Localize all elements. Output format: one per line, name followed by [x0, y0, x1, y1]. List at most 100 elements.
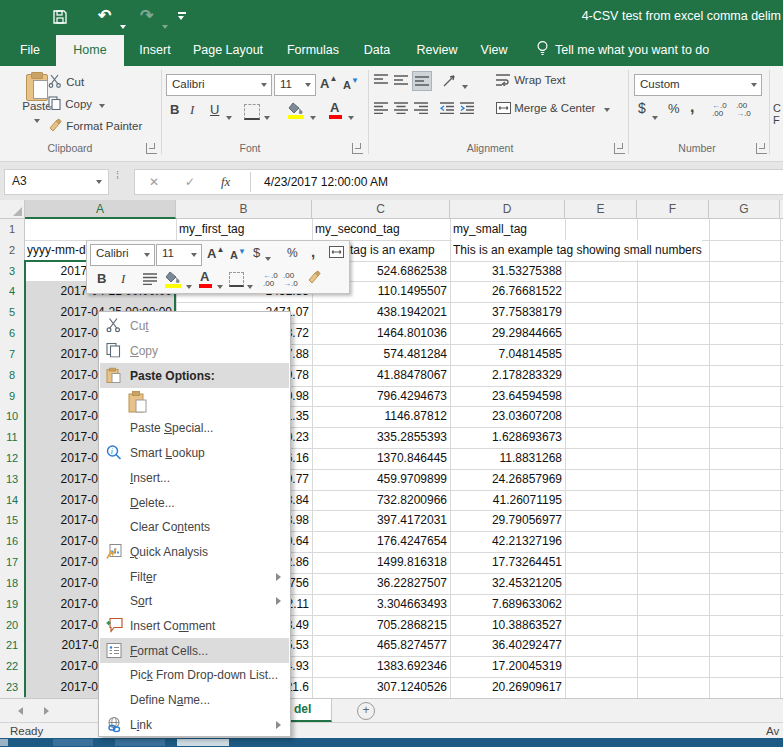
cell-c22[interactable]: 1383.692346	[314, 656, 447, 677]
cell-d6[interactable]: 29.29844665	[452, 323, 562, 344]
cell-d18[interactable]: 32.45321205	[452, 573, 562, 594]
menu-item-insert-comment[interactable]: Insert Comment	[100, 614, 289, 639]
cell-d16[interactable]: 42.21327196	[452, 531, 562, 552]
cancel-icon[interactable]: ✕	[149, 175, 159, 189]
cell-c2-fragment[interactable]: tag is an examp	[350, 240, 449, 260]
tab-data[interactable]: Data	[356, 35, 398, 66]
cut-button[interactable]: Cut	[48, 74, 84, 94]
mini-percent-button[interactable]: %	[287, 246, 298, 260]
save-icon[interactable]	[52, 9, 68, 29]
select-all-corner[interactable]	[0, 200, 25, 219]
mini-fill-color-button[interactable]	[165, 271, 182, 285]
cell-c23[interactable]: 307.1240526	[314, 677, 447, 698]
row-header-3[interactable]: 3	[0, 261, 25, 282]
fill-color-dropdown-icon[interactable]	[310, 110, 316, 122]
comma-style-button[interactable]: ,	[690, 98, 694, 116]
merge-center-button[interactable]: Merge & Center	[496, 102, 610, 114]
mini-borders-dropdown-icon[interactable]	[247, 279, 253, 291]
cell-c1[interactable]: my_second_tag	[315, 219, 400, 239]
tab-insert[interactable]: Insert	[132, 35, 178, 66]
cell-d2[interactable]: This is an example tag showing small num…	[452, 240, 702, 260]
font-color-button[interactable]: A	[330, 100, 339, 115]
cell-d5[interactable]: 37.75838179	[452, 302, 562, 323]
row-header-15[interactable]: 15	[0, 510, 25, 531]
row-header-6[interactable]: 6	[0, 323, 25, 344]
row-header-12[interactable]: 12	[0, 448, 25, 469]
cell-c13[interactable]: 459.9709899	[314, 469, 447, 490]
column-header-g[interactable]: G	[709, 200, 780, 219]
tab-file[interactable]: File	[12, 35, 48, 66]
mini-increase-font-button[interactable]: A▲	[207, 245, 224, 261]
column-header-b[interactable]: B	[176, 200, 312, 219]
bold-button[interactable]: B	[170, 102, 179, 117]
mini-italic-button[interactable]: I	[121, 271, 125, 287]
cell-c7[interactable]: 574.481284	[314, 344, 447, 365]
mini-font-color-button[interactable]: A	[200, 269, 209, 284]
redo-dropdown-icon[interactable]	[162, 15, 168, 33]
menu-item-paste-options[interactable]: Paste Options:	[100, 363, 289, 388]
cell-c17[interactable]: 1499.816318	[314, 552, 447, 573]
cell-d20[interactable]: 10.38863527	[452, 615, 562, 636]
mini-decrease-font-button[interactable]: A▼	[230, 247, 246, 261]
menu-item-pick-from-drop-down-list[interactable]: Pick From Drop-down List...	[100, 663, 289, 688]
cell-d17[interactable]: 17.73264451	[452, 552, 562, 573]
menu-item-smart-lookup[interactable]: iSmart Lookup	[100, 441, 289, 466]
alignment-dialog-launcher[interactable]	[614, 143, 625, 154]
cell-d1[interactable]: my_small_tag	[453, 219, 527, 239]
mini-font-size-combo[interactable]: 11	[156, 244, 202, 266]
row-header-7[interactable]: 7	[0, 344, 25, 365]
prev-sheet-icon[interactable]	[18, 707, 23, 715]
cell-c6[interactable]: 1464.801036	[314, 323, 447, 344]
row-header-4[interactable]: 4	[0, 281, 25, 302]
borders-dropdown-icon[interactable]	[264, 110, 270, 122]
row-header-2[interactable]: 2	[0, 240, 25, 261]
new-sheet-button[interactable]: +	[357, 702, 375, 720]
row-header-19[interactable]: 19	[0, 594, 25, 615]
mini-accounting-dropdown-icon[interactable]	[265, 251, 271, 263]
row-header-21[interactable]: 21	[0, 635, 25, 656]
mini-bold-button[interactable]: B	[97, 271, 106, 286]
name-box[interactable]: A3	[4, 169, 109, 195]
cell-c18[interactable]: 36.22827507	[314, 573, 447, 594]
top-align-button[interactable]	[374, 74, 388, 88]
number-format-combo[interactable]: Custom	[634, 74, 762, 96]
cell-d7[interactable]: 7.04814585	[452, 344, 562, 365]
formula-field[interactable]: ✕ ✓ fx 4/23/2017 12:00:00 AM	[134, 169, 783, 195]
cell-d9[interactable]: 23.64594598	[452, 386, 562, 407]
cell-c20[interactable]: 705.2868215	[314, 615, 447, 636]
row-header-10[interactable]: 10	[0, 406, 25, 427]
italic-button[interactable]: I	[190, 102, 194, 118]
column-header-d[interactable]: D	[450, 200, 565, 219]
cell-d4[interactable]: 26.76681522	[452, 281, 562, 302]
cell-d13[interactable]: 24.26857969	[452, 469, 562, 490]
enter-icon[interactable]: ✓	[185, 175, 195, 189]
cell-c12[interactable]: 1370.846445	[314, 448, 447, 469]
middle-align-button[interactable]	[394, 74, 408, 88]
format-painter-button[interactable]: Format Painter	[48, 118, 142, 138]
active-sheet-tab[interactable]: del	[291, 699, 332, 722]
wrap-text-button[interactable]: Wrap Text	[496, 74, 566, 86]
cell-d12[interactable]: 11.8831268	[452, 448, 562, 469]
cell-d10[interactable]: 23.03607208	[452, 406, 562, 427]
decrease-font-size-button[interactable]: A▼	[343, 76, 359, 91]
mini-font-name-combo[interactable]: Calibri	[90, 244, 155, 266]
row-header-16[interactable]: 16	[0, 531, 25, 552]
menu-item-delete[interactable]: Delete...	[100, 490, 289, 515]
tab-tell-me[interactable]: Tell me what you want to do	[536, 35, 709, 66]
mini-format-painter-button[interactable]	[307, 270, 322, 286]
align-right-button[interactable]	[414, 102, 428, 116]
menu-item-define-name[interactable]: Define Name...	[100, 688, 289, 713]
increase-font-size-button[interactable]: A▲	[320, 74, 337, 91]
cell-c14[interactable]: 732.8200966	[314, 490, 447, 511]
underline-dropdown-icon[interactable]	[226, 110, 232, 122]
taskbar-button[interactable]	[177, 739, 229, 746]
row-header-22[interactable]: 22	[0, 656, 25, 677]
cell-c8[interactable]: 41.88478067	[314, 365, 447, 386]
column-header-e[interactable]: E	[565, 200, 637, 219]
decrease-indent-button[interactable]	[440, 102, 455, 116]
customize-qat-icon[interactable]	[178, 12, 186, 14]
borders-button[interactable]	[244, 104, 260, 120]
menu-item-quick-analysis[interactable]: Quick Analysis	[100, 540, 289, 565]
cell-d22[interactable]: 17.20045319	[452, 656, 562, 677]
mini-borders-button[interactable]	[229, 272, 244, 287]
